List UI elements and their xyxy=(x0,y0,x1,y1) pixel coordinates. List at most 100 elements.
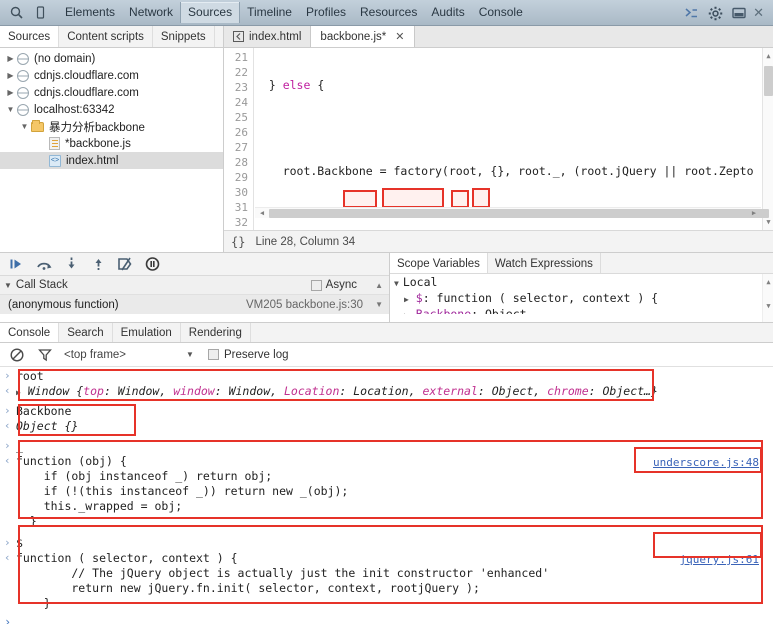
preserve-log-checkbox[interactable] xyxy=(207,349,219,360)
pause-on-exceptions-button[interactable] xyxy=(140,254,164,275)
tab-resources[interactable]: Resources xyxy=(353,2,424,23)
step-into-button[interactable] xyxy=(59,254,83,275)
call-stack-header[interactable]: ▼ Call Stack Async ▲ xyxy=(0,276,389,295)
line-number: 25 xyxy=(234,111,248,124)
drawer-tab-search[interactable]: Search xyxy=(59,323,113,342)
scroll-down-icon[interactable]: ▼ xyxy=(375,300,383,309)
call-stack-frame-row[interactable]: (anonymous function) VM205 backbone.js:3… xyxy=(0,295,389,314)
step-over-button[interactable] xyxy=(32,254,56,275)
tab-sources[interactable]: Sources xyxy=(180,2,241,23)
async-toggle[interactable]: Async xyxy=(310,279,357,291)
chevron-down-icon[interactable]: ▼ xyxy=(394,279,399,288)
tab-elements[interactable]: Elements xyxy=(58,2,122,23)
tree-item-index-html[interactable]: ▶ <> index.html xyxy=(0,152,223,169)
frame-selector-label: <top frame> xyxy=(64,348,127,361)
scroll-up-icon[interactable]: ▲ xyxy=(375,281,383,290)
scope-entry-dollar[interactable]: ▶ $: function ( selector, context ) { xyxy=(390,290,773,306)
filter-icon[interactable] xyxy=(36,346,54,364)
close-devtools-button[interactable]: ✕ xyxy=(751,5,769,21)
step-out-button[interactable] xyxy=(86,254,110,275)
line-number: 21 xyxy=(234,51,248,64)
tree-item-folder-backbone[interactable]: ▼ 暴力分析backbone xyxy=(0,118,223,135)
tree-item-backbone-js[interactable]: ▶ *backbone.js xyxy=(0,135,223,152)
source-code-editor[interactable]: 21 22 23 24 25 26 27 28 29 30 31 32 33 }… xyxy=(224,48,773,252)
navtab-snippets[interactable]: Snippets xyxy=(153,26,215,47)
tab-timeline[interactable]: Timeline xyxy=(240,2,299,23)
chevron-down-icon[interactable]: ▼ xyxy=(4,105,17,114)
html-file-icon: <> xyxy=(49,154,61,167)
source-link-jquery[interactable]: jquery.js:61 xyxy=(680,553,759,566)
scope-scrollbar[interactable]: ▲ ▼ xyxy=(762,274,773,322)
tab-profiles[interactable]: Profiles xyxy=(299,2,353,23)
deactivate-breakpoints-button[interactable] xyxy=(113,254,137,275)
scrollbar-thumb[interactable] xyxy=(764,66,773,96)
search-icon[interactable] xyxy=(4,1,28,25)
console-messages[interactable]: › root ‹ ▶ Window {top: Window, window: … xyxy=(0,367,773,624)
navtab-content-scripts[interactable]: Content scripts xyxy=(59,26,153,47)
code-lines: } else { root.Backbone = factory(root, {… xyxy=(255,48,773,230)
preserve-log-toggle[interactable]: Preserve log xyxy=(207,349,289,361)
editor-horizontal-scrollbar[interactable]: ◀ ▶ xyxy=(255,207,769,219)
console-output-text[interactable]: Object {} xyxy=(16,419,773,434)
dock-position-icon[interactable] xyxy=(727,1,751,25)
close-icon[interactable]: ✕ xyxy=(395,30,404,43)
file-tab-index-html[interactable]: index.html xyxy=(224,26,312,47)
chevron-down-icon[interactable]: ▼ xyxy=(18,122,31,131)
scroll-left-icon[interactable]: ◀ xyxy=(256,208,268,219)
chevron-right-icon[interactable]: ▶ xyxy=(4,88,17,97)
execution-context-selector[interactable]: <top frame> ▼ xyxy=(64,349,194,361)
tree-item-localhost[interactable]: ▼ localhost:63342 xyxy=(0,101,223,118)
drawer-tab-console[interactable]: Console xyxy=(0,323,60,342)
tab-scope-variables[interactable]: Scope Variables xyxy=(390,253,488,273)
scroll-up-icon[interactable]: ▲ xyxy=(763,50,773,62)
tab-console[interactable]: Console xyxy=(472,2,530,23)
scroll-right-icon[interactable]: ▶ xyxy=(748,208,760,219)
scrollbar-thumb[interactable] xyxy=(269,209,769,218)
navtab-sources[interactable]: Sources xyxy=(0,26,60,47)
output-prompt-icon: ‹ xyxy=(4,454,11,467)
drawer-tab-rendering[interactable]: Rendering xyxy=(181,323,251,342)
settings-gear-icon[interactable] xyxy=(703,1,727,25)
chevron-right-icon[interactable]: ▶ xyxy=(404,295,409,304)
tree-item-no-domain[interactable]: ▶ (no domain) xyxy=(0,50,223,67)
code-area[interactable]: 21 22 23 24 25 26 27 28 29 30 31 32 33 }… xyxy=(224,48,773,230)
tab-audits[interactable]: Audits xyxy=(424,2,471,23)
globe-icon xyxy=(17,86,29,99)
expand-arrow-icon[interactable]: ▶ xyxy=(16,388,21,397)
device-toggle-icon[interactable] xyxy=(28,1,52,25)
console-prompt-row[interactable]: › xyxy=(0,611,773,624)
tree-item-cdnjs-1[interactable]: ▶ cdnjs.cloudflare.com xyxy=(0,67,223,84)
chevron-right-icon[interactable]: ▶ xyxy=(4,54,17,63)
console-drawer-icon[interactable] xyxy=(679,1,703,25)
line-number: 29 xyxy=(234,171,248,184)
tree-item-cdnjs-2[interactable]: ▶ cdnjs.cloudflare.com xyxy=(0,84,223,101)
line-number: 31 xyxy=(234,201,248,214)
async-checkbox[interactable] xyxy=(310,279,322,291)
scope-variables-list: ▼ Local ▶ $: function ( selector, context… xyxy=(390,274,773,322)
chevron-down-icon[interactable]: ▼ xyxy=(186,350,194,359)
tab-watch-expressions[interactable]: Watch Expressions xyxy=(488,253,601,273)
console-output-text[interactable]: ▶ Window {top: Window, window: Window, L… xyxy=(16,384,773,400)
clear-console-icon[interactable] xyxy=(8,346,26,364)
drawer-tab-emulation[interactable]: Emulation xyxy=(113,323,181,342)
scope-section-local[interactable]: ▼ Local xyxy=(390,274,773,290)
globe-icon xyxy=(17,52,29,65)
panel-collapse-icon[interactable] xyxy=(233,31,244,42)
chevron-right-icon[interactable]: ▶ xyxy=(4,71,17,80)
source-link-underscore[interactable]: underscore.js:48 xyxy=(653,456,759,469)
tab-network[interactable]: Network xyxy=(122,2,180,23)
stack-frame-location[interactable]: VM205 backbone.js:30 xyxy=(246,299,363,311)
chevron-right-icon[interactable]: ▶ xyxy=(404,311,409,314)
scope-entry-backbone[interactable]: ▶ Backbone: Object xyxy=(390,306,773,314)
scroll-down-icon[interactable]: ▼ xyxy=(763,300,773,312)
pretty-print-icon[interactable]: {} xyxy=(231,235,245,249)
js-file-icon xyxy=(49,137,60,150)
scroll-up-icon[interactable]: ▲ xyxy=(763,276,773,288)
editor-vertical-scrollbar[interactable]: ▲ ▼ xyxy=(762,48,773,230)
input-prompt-icon: › xyxy=(4,536,11,549)
console-output-text[interactable]: function ( selector, context ) { // The … xyxy=(16,551,773,611)
console-prompt-input[interactable] xyxy=(16,615,773,624)
resume-script-button[interactable] xyxy=(5,254,29,275)
chevron-down-icon[interactable]: ▼ xyxy=(4,281,12,290)
file-tab-backbone-js[interactable]: backbone.js* ✕ xyxy=(311,26,415,47)
